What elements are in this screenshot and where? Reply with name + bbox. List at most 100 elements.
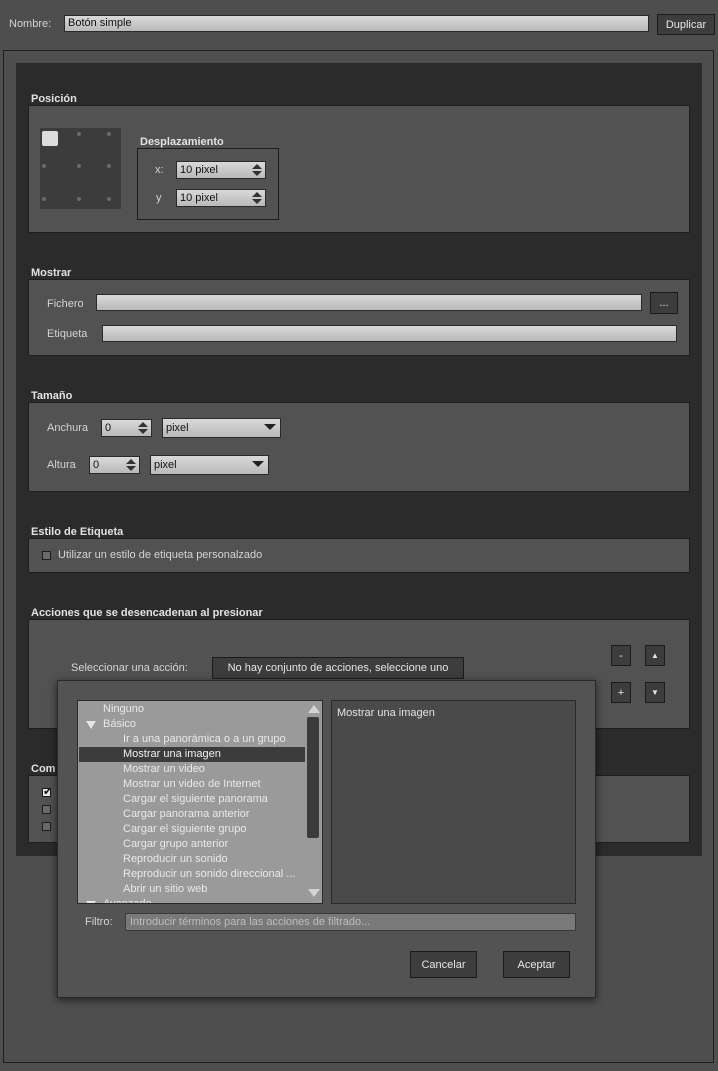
action-item-label: Reproducir un sonido xyxy=(123,853,228,865)
y-offset-input[interactable]: 10 pixel xyxy=(176,189,266,207)
action-item-label: Avanzado xyxy=(103,898,152,904)
add-action-button[interactable]: + xyxy=(611,682,631,703)
scroll-down-icon[interactable] xyxy=(308,889,320,897)
action-group-item[interactable]: Avanzado xyxy=(79,897,305,904)
tag-label: Etiqueta xyxy=(47,328,88,340)
anchor-bottom-left[interactable] xyxy=(42,197,46,201)
browse-button[interactable]: ... xyxy=(650,292,678,314)
position-title: Posición xyxy=(31,93,77,105)
action-item-label: Ninguno xyxy=(103,703,144,715)
action-item-label: Cargar el siguiente panorama xyxy=(123,793,268,805)
action-list-item[interactable]: Mostrar un video xyxy=(79,762,305,777)
action-list-item[interactable]: Cargar el siguiente grupo xyxy=(79,822,305,837)
anchor-bottom-center[interactable] xyxy=(77,197,81,201)
action-item-label: Cargar panorama anterior xyxy=(123,808,250,820)
height-input[interactable]: 0 xyxy=(89,456,140,474)
anchor-top-right[interactable] xyxy=(107,132,111,136)
size-title: Tamaño xyxy=(31,390,73,402)
chevron-up-icon: ▲ xyxy=(651,651,659,660)
height-label: Altura xyxy=(47,459,76,471)
file-label: Fichero xyxy=(47,298,84,310)
scroll-thumb[interactable] xyxy=(307,717,319,838)
height-spinner-icon[interactable] xyxy=(126,459,136,471)
action-list-item[interactable]: Mostrar un video de Internet xyxy=(79,777,305,792)
action-list-item[interactable]: Cargar panorama anterior xyxy=(79,807,305,822)
width-input[interactable]: 0 xyxy=(101,419,152,437)
cancel-button[interactable]: Cancelar xyxy=(410,951,477,978)
scroll-up-icon[interactable] xyxy=(308,705,320,713)
anchor-top-center[interactable] xyxy=(77,132,81,136)
action-list-item[interactable]: Ir a una panorámica o a un grupo xyxy=(79,732,305,747)
display-group xyxy=(28,279,690,356)
action-list-item[interactable]: Mostrar una imagen xyxy=(79,747,305,762)
remove-action-button[interactable]: - xyxy=(611,645,631,666)
behavior-title: Com xyxy=(31,763,56,775)
action-item-label: Cargar grupo anterior xyxy=(123,838,229,850)
offset-title: Desplazamiento xyxy=(140,136,224,148)
anchor-center[interactable] xyxy=(77,164,81,168)
size-group xyxy=(28,402,690,492)
action-list-item[interactable]: Cargar grupo anterior xyxy=(79,837,305,852)
custom-label-style-label: Utilizar un estilo de etiqueta personalz… xyxy=(58,549,263,561)
x-offset-input[interactable]: 10 pixel xyxy=(176,161,266,179)
chevron-down-icon: ▼ xyxy=(651,688,659,697)
label-style-title: Estilo de Etiqueta xyxy=(31,526,124,538)
filter-label: Filtro: xyxy=(85,916,113,928)
behavior-checkbox-3[interactable] xyxy=(42,822,51,831)
action-list-item[interactable]: Abrir un sitio web xyxy=(79,882,305,897)
actions-title: Acciones que se desencadenan al presiona… xyxy=(31,607,263,619)
custom-label-style-checkbox[interactable] xyxy=(42,551,51,560)
action-list[interactable]: Ninguno Básico Ir a una panorámica o a un … xyxy=(77,700,323,904)
move-down-button[interactable]: ▼ xyxy=(645,682,665,703)
width-unit-select[interactable]: pixel xyxy=(162,418,281,438)
name-label: Nombre: xyxy=(9,18,52,30)
display-title: Mostrar xyxy=(31,267,72,279)
chevron-down-icon xyxy=(264,424,276,430)
anchor-middle-right[interactable] xyxy=(107,164,111,168)
move-up-button[interactable]: ▲ xyxy=(645,645,665,666)
select-action-button[interactable]: No hay conjunto de acciones, seleccione … xyxy=(212,657,464,679)
action-item-label: Básico xyxy=(103,718,137,730)
anchor-middle-left[interactable] xyxy=(42,164,46,168)
duplicate-button[interactable]: Duplicar xyxy=(657,14,715,35)
file-input[interactable] xyxy=(96,294,642,311)
action-item-label: Abrir un sitio web xyxy=(123,883,208,895)
anchor-grid[interactable] xyxy=(40,128,121,209)
width-label: Anchura xyxy=(47,422,88,434)
action-list-item[interactable]: Reproducir un sonido xyxy=(79,852,305,867)
action-group-item[interactable]: Básico xyxy=(79,717,305,732)
behavior-checkbox-1[interactable]: ✔ xyxy=(42,786,53,798)
action-list-item[interactable]: Ninguno xyxy=(79,702,305,717)
x-spinner-icon[interactable] xyxy=(252,164,262,176)
checkmark-icon: ✔ xyxy=(43,786,53,798)
action-item-label: Mostrar un video de Internet xyxy=(123,778,261,790)
action-item-label: Mostrar un video xyxy=(123,763,205,775)
accept-button[interactable]: Aceptar xyxy=(503,951,570,978)
offset-box xyxy=(137,148,279,220)
action-description: Mostrar una imagen xyxy=(331,700,576,904)
action-item-label: Ir a una panorámica o a un grupo xyxy=(123,733,286,745)
action-item-label: Mostrar una imagen xyxy=(123,748,221,760)
filter-input[interactable]: Introducir términos para las acciones de… xyxy=(125,913,576,931)
anchor-bottom-right[interactable] xyxy=(107,197,111,201)
x-label: x: xyxy=(155,164,164,176)
height-unit-select[interactable]: pixel xyxy=(150,455,269,475)
y-label: y xyxy=(156,192,162,204)
behavior-checkbox-2[interactable] xyxy=(42,805,51,814)
action-picker-dialog: Ninguno Básico Ir a una panorámica o a un … xyxy=(57,680,596,998)
name-input[interactable]: Botón simple xyxy=(64,15,649,32)
y-spinner-icon[interactable] xyxy=(252,192,262,204)
expand-triangle-icon[interactable] xyxy=(86,901,96,903)
anchor-top-left[interactable] xyxy=(42,131,58,146)
select-action-label: Seleccionar una acción: xyxy=(71,662,188,674)
width-spinner-icon[interactable] xyxy=(138,422,148,434)
tag-input[interactable] xyxy=(102,325,677,342)
expand-triangle-icon[interactable] xyxy=(86,721,96,729)
action-list-scrollbar[interactable] xyxy=(305,701,322,903)
action-list-item[interactable]: Cargar el siguiente panorama xyxy=(79,792,305,807)
action-item-label: Reproducir un sonido direccional ... xyxy=(123,868,296,880)
position-group xyxy=(28,105,690,233)
action-list-item[interactable]: Reproducir un sonido direccional ... xyxy=(79,867,305,882)
action-item-label: Cargar el siguiente grupo xyxy=(123,823,247,835)
chevron-down-icon xyxy=(252,461,264,467)
